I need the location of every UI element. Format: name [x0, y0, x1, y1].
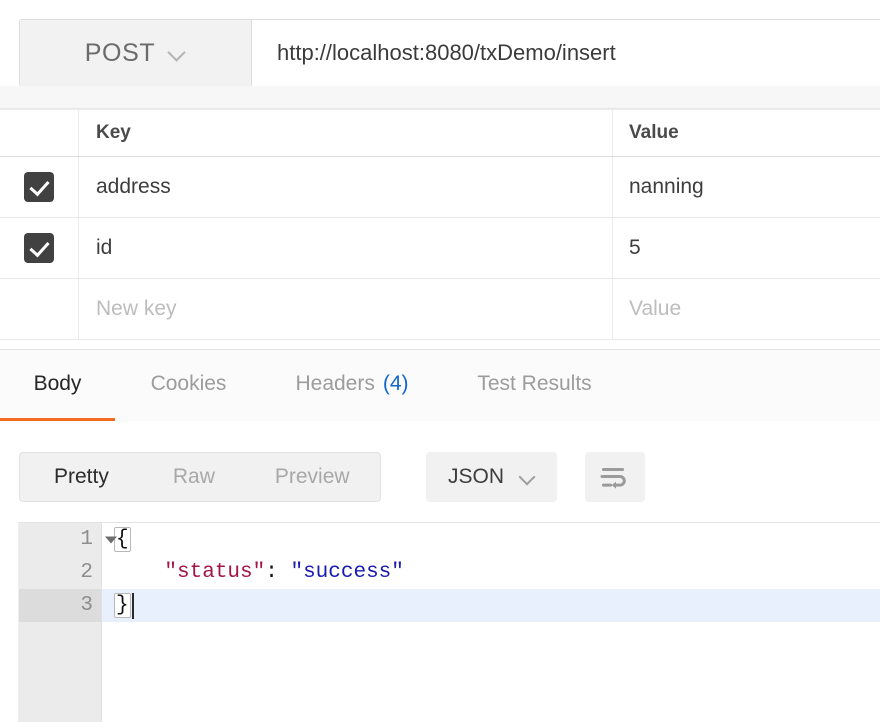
json-key-token: "status": [164, 561, 266, 584]
view-mode-raw[interactable]: Raw: [143, 453, 245, 501]
toolbar-divider-strip: [0, 86, 880, 109]
row-value-text: nanning: [629, 175, 704, 198]
column-header-key: Key: [96, 122, 131, 143]
new-value-placeholder: Value: [629, 297, 682, 320]
params-table: Key Value address nanning id 5 New key V…: [0, 109, 880, 340]
view-mode-preview-label: Preview: [274, 465, 350, 488]
new-key-placeholder: New key: [96, 297, 177, 320]
row-value-cell[interactable]: nanning: [613, 157, 880, 217]
fold-arrow-icon[interactable]: [105, 536, 117, 543]
tab-headers[interactable]: Headers (4): [262, 350, 442, 422]
word-wrap-icon: [600, 468, 626, 489]
line-number-text: 2: [80, 561, 93, 584]
language-dropdown[interactable]: JSON: [426, 452, 558, 502]
view-mode-pretty-label: Pretty: [54, 465, 109, 488]
response-tabs-bar: Body Cookies Headers (4) Test Results: [0, 349, 880, 422]
table-new-row: New key Value: [0, 279, 880, 340]
row-check-cell: [0, 218, 79, 278]
view-mode-raw-label: Raw: [172, 465, 215, 488]
url-input[interactable]: http://localhost:8080/txDemo/insert: [252, 20, 880, 86]
tab-test-results-label: Test Results: [477, 372, 592, 395]
url-text: http://localhost:8080/txDemo/insert: [277, 40, 616, 65]
row-key-cell[interactable]: id: [79, 218, 613, 278]
row-value-cell[interactable]: 5: [613, 218, 880, 278]
chevron-down-icon: [520, 470, 535, 485]
tab-body-label: Body: [33, 372, 82, 395]
tab-headers-label: Headers: [295, 372, 375, 395]
tab-test-results[interactable]: Test Results: [442, 350, 627, 422]
row-key-cell[interactable]: address: [79, 157, 613, 217]
table-header-row: Key Value: [0, 110, 880, 157]
row-key-text: id: [96, 236, 113, 259]
view-mode-segmented-control: Pretty Raw Preview: [19, 452, 381, 502]
tab-cookies[interactable]: Cookies: [115, 350, 262, 422]
editor-code-area[interactable]: 1 { 2 "status": "success" 3 }: [19, 523, 880, 722]
line-number: 1: [19, 523, 117, 556]
line-number: 2: [19, 556, 102, 589]
word-wrap-button[interactable]: [585, 452, 645, 502]
new-row-check-cell: [0, 279, 79, 339]
new-key-input[interactable]: New key: [79, 279, 613, 339]
view-mode-pretty[interactable]: Pretty: [20, 453, 143, 501]
table-row: address nanning: [0, 157, 880, 218]
json-string-token: "success": [290, 561, 404, 584]
code-line: 1 {: [19, 523, 880, 556]
row-checkbox[interactable]: [24, 172, 54, 202]
header-cell-value: Value: [613, 110, 880, 156]
new-value-input[interactable]: Value: [613, 279, 880, 339]
response-tabs: Body Cookies Headers (4) Test Results: [0, 350, 880, 422]
text-caret: [131, 592, 134, 619]
response-body-editor[interactable]: 1 { 2 "status": "success" 3 }: [18, 522, 880, 722]
code-line-text: "status": "success": [102, 556, 880, 589]
http-method-label: POST: [84, 38, 156, 67]
chevron-down-icon: [169, 45, 186, 62]
tab-cookies-label: Cookies: [150, 372, 227, 395]
json-colon-token: :: [265, 561, 291, 584]
row-value-text: 5: [629, 236, 641, 259]
headers-count-badge: (4): [382, 372, 409, 395]
header-cell-check: [0, 110, 79, 156]
line-number-text: 1: [80, 528, 93, 551]
row-key-text: address: [96, 175, 171, 198]
column-header-value: Value: [629, 122, 679, 143]
code-line: 2 "status": "success": [19, 556, 880, 589]
language-dropdown-label: JSON: [448, 465, 505, 488]
code-line-text: {: [102, 523, 880, 556]
code-line-text: }: [102, 589, 880, 622]
code-line-active: 3 }: [19, 589, 880, 622]
response-format-toolbar: Pretty Raw Preview JSON: [0, 421, 880, 518]
table-row: id 5: [0, 218, 880, 279]
tab-body[interactable]: Body: [0, 350, 115, 422]
line-number: 3: [19, 589, 102, 622]
row-check-cell: [0, 157, 79, 217]
close-brace-token: }: [114, 593, 131, 618]
row-checkbox[interactable]: [24, 233, 54, 263]
request-url-bar: POST http://localhost:8080/txDemo/insert: [0, 0, 880, 87]
line-number-text: 3: [80, 594, 93, 617]
view-mode-preview[interactable]: Preview: [245, 453, 380, 501]
header-cell-key: Key: [79, 110, 613, 156]
http-method-selector[interactable]: POST: [20, 20, 252, 86]
request-url-container: POST http://localhost:8080/txDemo/insert: [19, 19, 880, 87]
